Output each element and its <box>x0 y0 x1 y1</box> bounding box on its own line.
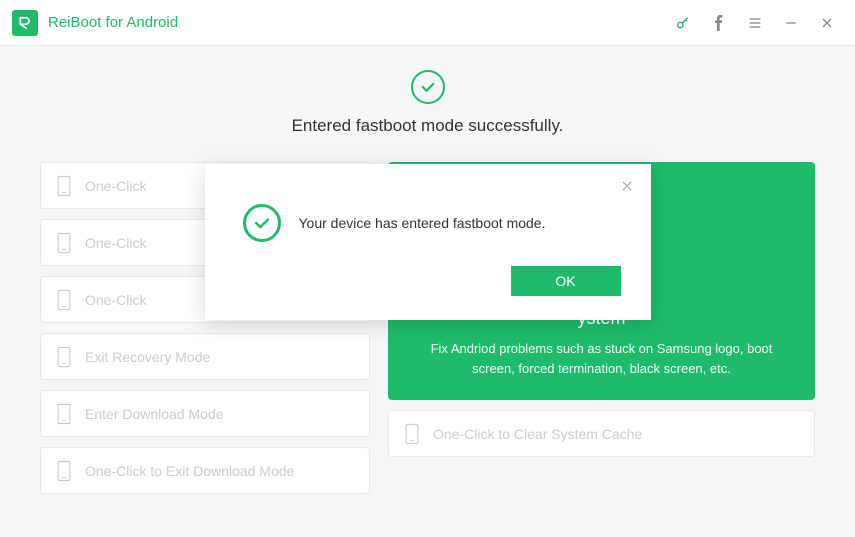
checkmark-icon <box>243 204 281 242</box>
ok-button[interactable]: OK <box>511 266 621 296</box>
modal-overlay: Your device has entered fastboot mode. O… <box>0 0 855 537</box>
modal-dialog: Your device has entered fastboot mode. O… <box>205 164 651 320</box>
modal-message: Your device has entered fastboot mode. <box>299 215 546 231</box>
close-icon[interactable] <box>617 176 637 196</box>
